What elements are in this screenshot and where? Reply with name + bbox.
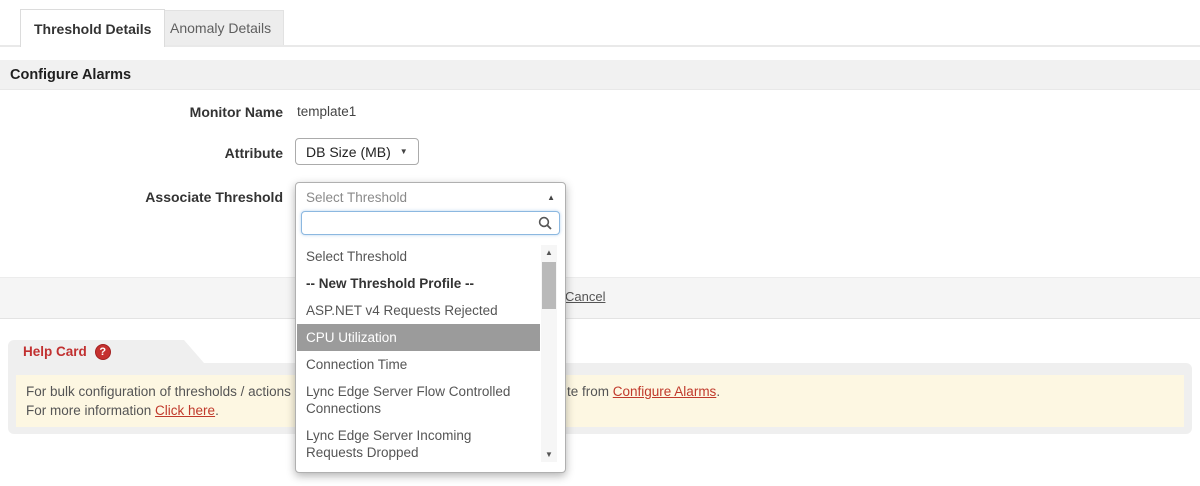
help-card-tab: Help Card ? [8, 340, 204, 363]
tab-anomaly-details-label: Anomaly Details [170, 20, 272, 36]
dropdown-option-connection-time[interactable]: Connection Time [297, 351, 540, 378]
help-text-line2-suffix: . [215, 403, 219, 418]
scroll-down-icon[interactable]: ▼ [541, 450, 557, 459]
dropdown-search-area [296, 211, 565, 239]
search-icon [538, 216, 552, 230]
associate-threshold-selected-value: Select Threshold [306, 189, 408, 205]
help-question-icon[interactable]: ? [94, 343, 111, 360]
click-here-link[interactable]: Click here [155, 403, 215, 418]
attribute-select-value: DB Size (MB) [306, 143, 391, 160]
dropdown-scrollbar[interactable]: ▲ ▼ [541, 245, 557, 462]
tab-threshold-details-label: Threshold Details [34, 20, 152, 37]
associate-threshold-label: Associate Threshold [145, 189, 283, 205]
dropdown-option-new-threshold-profile[interactable]: -- New Threshold Profile -- [297, 270, 540, 297]
monitor-name-label: Monitor Name [189, 104, 283, 120]
help-card-note: For bulk configuration of thresholds / a… [16, 375, 1184, 427]
cancel-button[interactable]: Cancel [565, 289, 605, 304]
monitor-name-value: template1 [297, 104, 357, 119]
scroll-up-icon[interactable]: ▲ [541, 248, 557, 257]
help-text-line2: For more information Click here. [26, 403, 219, 418]
section-header-title: Configure Alarms [10, 66, 132, 83]
attribute-select[interactable]: DB Size (MB) ▼ [295, 138, 419, 165]
help-text-line1-left: For bulk configuration of thresholds / a… [26, 384, 291, 399]
chevron-up-icon: ▲ [547, 192, 555, 202]
associate-threshold-dropdown: Select Threshold ▲ Select Threshold -- N… [295, 182, 566, 473]
tab-bar-divider [0, 45, 1200, 47]
section-header: Configure Alarms [0, 60, 1200, 90]
tab-anomaly-details[interactable]: Anomaly Details [157, 10, 285, 45]
dropdown-option-lync-incoming-dropped[interactable]: Lync Edge Server Incoming Requests Dropp… [297, 422, 540, 466]
dropdown-option-select-threshold[interactable]: Select Threshold [297, 243, 540, 270]
help-text-line1-suffix: . [716, 384, 721, 399]
configure-alarms-page: Threshold Details Anomaly Details Config… [0, 0, 1200, 486]
scrollbar-thumb[interactable] [542, 262, 556, 309]
dropdown-option-lync-flow-controlled[interactable]: Lync Edge Server Flow Controlled Connect… [297, 378, 540, 422]
help-text-line1-prefix: te from [567, 384, 613, 399]
dropdown-option-aspnet-requests-rejected[interactable]: ASP.NET v4 Requests Rejected [297, 297, 540, 324]
tab-threshold-details[interactable]: Threshold Details [20, 9, 166, 47]
dropdown-option-list: Select Threshold -- New Threshold Profil… [297, 243, 540, 466]
tab-bar: Threshold Details Anomaly Details [0, 0, 1200, 47]
help-text-line2-prefix: For more information [26, 403, 156, 418]
help-text-line1-right: te from Configure Alarms. [567, 384, 720, 399]
help-card-body: For bulk configuration of thresholds / a… [8, 363, 1192, 434]
associate-threshold-select[interactable]: Select Threshold ▲ [296, 183, 565, 211]
chevron-down-icon: ▼ [399, 147, 408, 156]
configure-alarms-link[interactable]: Configure Alarms [613, 384, 717, 399]
dropdown-option-cpu-utilization[interactable]: CPU Utilization [297, 324, 540, 351]
attribute-label: Attribute [224, 145, 283, 161]
dropdown-search-input[interactable] [301, 211, 560, 235]
help-card-title: Help Card [23, 344, 87, 359]
